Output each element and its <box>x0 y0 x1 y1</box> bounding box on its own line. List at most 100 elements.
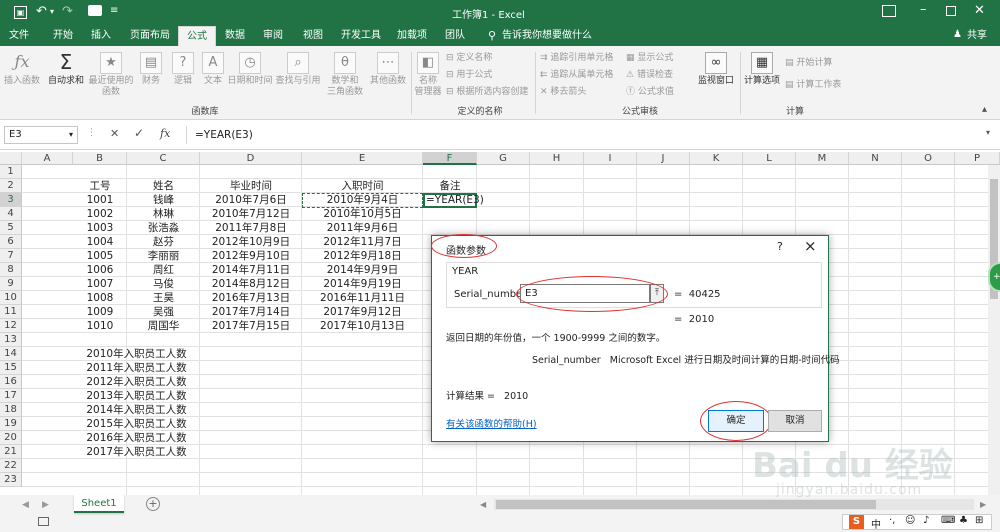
column-header-E[interactable]: E <box>302 152 423 165</box>
column-header-L[interactable]: L <box>743 152 796 165</box>
column-header-F[interactable]: F <box>423 152 477 165</box>
help-question-icon[interactable]: ? <box>777 240 783 253</box>
column-header-D[interactable]: D <box>200 152 302 165</box>
table-cell[interactable]: 2011年9月6日 <box>302 221 423 235</box>
summary-label[interactable]: 2011年入职员工人数 <box>73 361 200 375</box>
table-cell[interactable]: 1010 <box>73 319 127 333</box>
row-header-20[interactable]: 20 <box>0 431 22 445</box>
cancel-icon[interactable]: ✕ <box>110 127 119 140</box>
table-cell[interactable]: 2012年9月10日 <box>200 249 302 263</box>
column-header-P[interactable]: P <box>955 152 1000 165</box>
table-cell[interactable]: 2017年7月15日 <box>200 319 302 333</box>
tab-data[interactable]: 数据 <box>220 26 250 46</box>
table-cell[interactable]: 2016年11月11日 <box>302 291 423 305</box>
tab-formulas[interactable]: 公式 <box>178 26 216 46</box>
summary-label[interactable]: 2010年入职员工人数 <box>73 347 200 361</box>
table-cell[interactable]: 1008 <box>73 291 127 305</box>
row-header-4[interactable]: 4 <box>0 207 22 221</box>
row-header-10[interactable]: 10 <box>0 291 22 305</box>
summary-label[interactable]: 2013年入职员工人数 <box>73 389 200 403</box>
header-cell[interactable]: 工号 <box>73 179 127 193</box>
insert-function-button[interactable]: ƒx 插入函数 <box>2 52 42 87</box>
table-cell[interactable]: 王昊 <box>127 291 200 305</box>
datetime-button[interactable]: ◷ 日期和时间 <box>227 52 273 87</box>
financial-button[interactable]: ▤ 财务 <box>136 52 166 87</box>
header-cell[interactable]: 备注 <box>423 179 477 193</box>
table-cell[interactable]: 2017年7月14日 <box>200 305 302 319</box>
table-cell[interactable]: 吴强 <box>127 305 200 319</box>
row-header-19[interactable]: 19 <box>0 417 22 431</box>
row-header-13[interactable]: 13 <box>0 333 22 347</box>
row-header-16[interactable]: 16 <box>0 375 22 389</box>
evaluate-formula-button[interactable]: ⓕ 公式求值 <box>626 87 674 98</box>
table-cell[interactable]: 2010年10月5日 <box>302 207 423 221</box>
row-header-15[interactable]: 15 <box>0 361 22 375</box>
table-cell[interactable]: 李丽丽 <box>127 249 200 263</box>
prev-sheet-icon[interactable]: ◀ <box>22 500 29 510</box>
active-cell-f3[interactable]: =YEAR(E3) <box>423 193 484 208</box>
show-formulas-button[interactable]: ▦ 显示公式 <box>626 53 673 64</box>
row-header-5[interactable]: 5 <box>0 221 22 235</box>
vertical-scrollbar[interactable] <box>988 165 1000 495</box>
table-cell[interactable]: 2011年7月8日 <box>200 221 302 235</box>
menu-grid-icon[interactable]: ⊞ <box>975 515 983 526</box>
table-cell[interactable]: 2010年7月12日 <box>200 207 302 221</box>
tab-page-layout[interactable]: 页面布局 <box>124 26 176 46</box>
use-in-formula-button[interactable]: ⊟ 用于公式 <box>446 70 492 81</box>
row-header-8[interactable]: 8 <box>0 263 22 277</box>
column-header-A[interactable]: A <box>22 152 73 165</box>
table-cell[interactable]: 1009 <box>73 305 127 319</box>
close-window-icon[interactable]: ✕ <box>974 3 985 18</box>
tab-home[interactable]: 开始 <box>48 26 78 46</box>
add-sheet-icon[interactable]: + <box>146 497 160 511</box>
table-cell[interactable]: 2014年9月19日 <box>302 277 423 291</box>
table-cell[interactable]: 1006 <box>73 263 127 277</box>
table-cell[interactable]: 周国华 <box>127 319 200 333</box>
row-header-17[interactable]: 17 <box>0 389 22 403</box>
text-button[interactable]: A 文本 <box>199 52 227 87</box>
watch-window-button[interactable]: ∞ 监视窗口 <box>694 52 738 87</box>
table-cell[interactable]: 1007 <box>73 277 127 291</box>
expand-formula-icon[interactable]: ▾ <box>986 128 990 137</box>
table-cell[interactable]: 2014年7月11日 <box>200 263 302 277</box>
column-header-G[interactable]: G <box>477 152 530 165</box>
skin-icon[interactable]: ♣ <box>959 515 968 526</box>
chinese-mode-icon[interactable]: 中 <box>871 516 881 531</box>
column-header-O[interactable]: O <box>902 152 955 165</box>
column-header-I[interactable]: I <box>584 152 637 165</box>
column-header-C[interactable]: C <box>127 152 200 165</box>
row-header-6[interactable]: 6 <box>0 235 22 249</box>
briefcase-icon[interactable] <box>88 5 102 16</box>
row-header-11[interactable]: 11 <box>0 305 22 319</box>
logical-button[interactable]: ? 逻辑 <box>168 52 198 87</box>
define-name-button[interactable]: ⊟ 定义名称 <box>446 53 492 64</box>
row-header-23[interactable]: 23 <box>0 473 22 487</box>
name-manager-button[interactable]: ◧ 名称 管理器 <box>413 52 443 98</box>
lookup-button[interactable]: ⌕ 查找与引用 <box>275 52 321 87</box>
remove-arrows-button[interactable]: ✕ 移去箭头 <box>540 87 586 98</box>
table-cell[interactable]: 2016年7月13日 <box>200 291 302 305</box>
fx-icon[interactable]: fx <box>160 127 170 140</box>
restore-icon[interactable] <box>946 6 956 16</box>
summary-label[interactable]: 2015年入职员工人数 <box>73 417 200 431</box>
row-header-18[interactable]: 18 <box>0 403 22 417</box>
error-check-button[interactable]: ⚠ 错误检查 <box>626 70 673 81</box>
emoji-icon[interactable]: ☺ <box>905 515 915 526</box>
hscroll-left-icon[interactable]: ◀ <box>480 500 486 509</box>
tab-view[interactable]: 视图 <box>298 26 328 46</box>
record-macro-icon[interactable] <box>38 517 49 526</box>
tab-review[interactable]: 审阅 <box>258 26 288 46</box>
tab-file[interactable]: 文件 <box>4 26 34 46</box>
table-cell[interactable]: 2010年7月6日 <box>200 193 302 207</box>
keyboard-icon[interactable]: ⌨ <box>941 515 955 526</box>
dialog-close-icon[interactable]: × <box>804 237 817 255</box>
table-cell[interactable]: 2012年9月18日 <box>302 249 423 263</box>
undo-dropdown-icon[interactable]: ▾ <box>50 7 54 16</box>
mic-icon[interactable]: ♪ <box>923 515 929 526</box>
calc-sheet-button[interactable]: ▤ 计算工作表 <box>785 80 841 91</box>
column-header-K[interactable]: K <box>690 152 743 165</box>
header-cell[interactable]: 入职时间 <box>302 179 423 193</box>
cancel-button[interactable]: 取消 <box>768 410 822 432</box>
column-header-N[interactable]: N <box>849 152 902 165</box>
calc-now-button[interactable]: ▤ 开始计算 <box>785 58 832 69</box>
